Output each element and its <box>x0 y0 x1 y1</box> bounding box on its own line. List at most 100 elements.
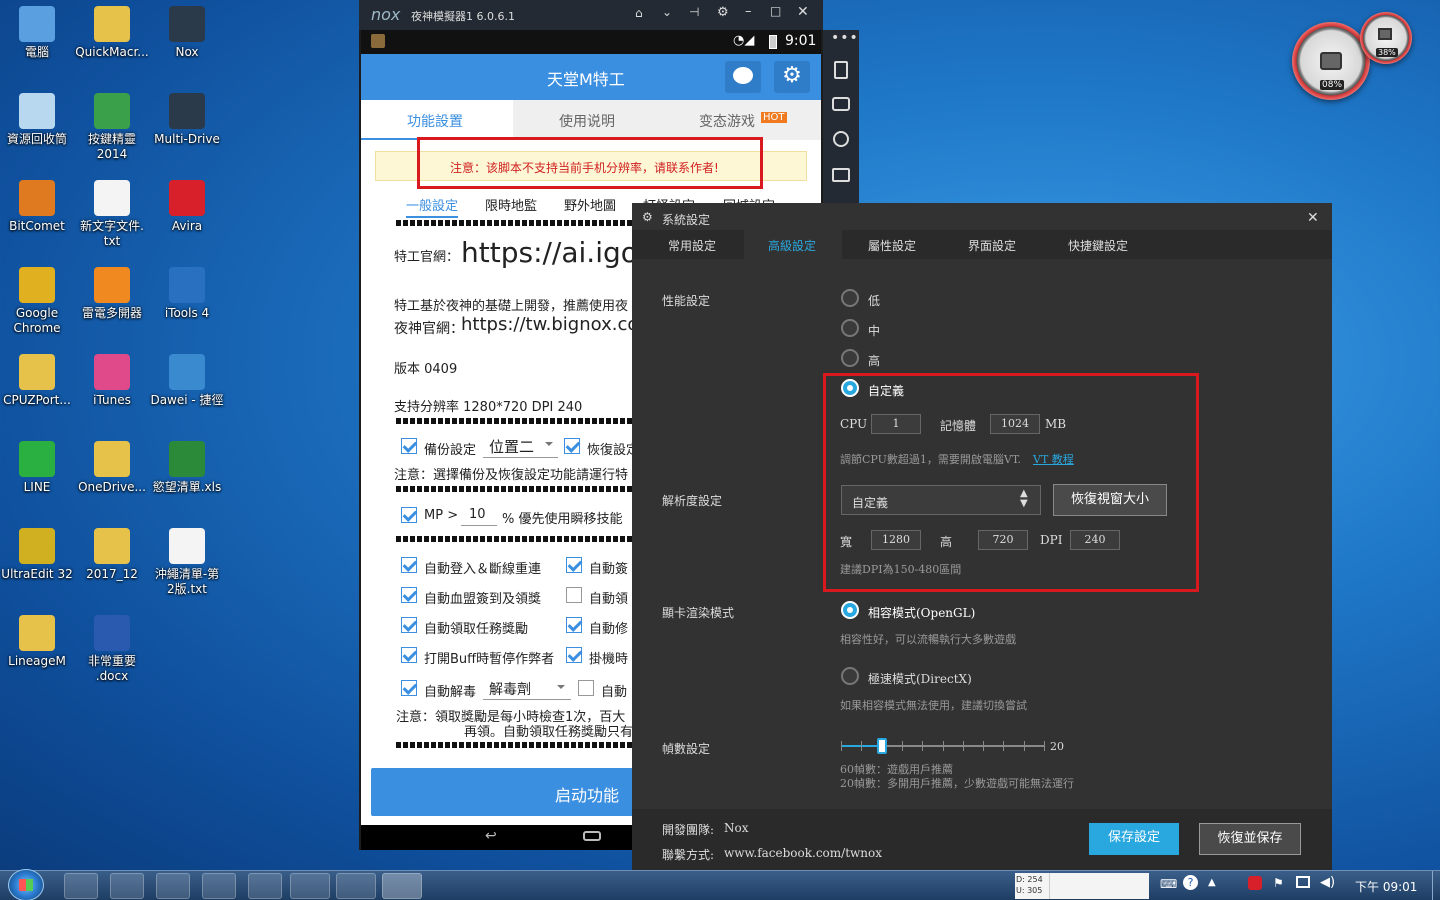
desktop-icon[interactable]: BitComet <box>0 180 74 234</box>
subtab[interactable]: 一般設定 <box>406 195 459 218</box>
desktop-icon[interactable]: 非常重要 .docx <box>75 615 149 684</box>
gear-icon[interactable]: ⚙ <box>717 5 729 20</box>
perf-radio-medium[interactable] <box>841 319 859 337</box>
memory-meter-gadget[interactable]: 38% <box>1360 12 1412 64</box>
desktop-icon[interactable]: Multi-Drive <box>150 93 224 147</box>
taskbar-media-player[interactable] <box>64 873 98 899</box>
perf-radio-high[interactable] <box>841 349 859 367</box>
nox-site-url[interactable]: https://tw.bignox.co <box>461 314 638 335</box>
site-url[interactable]: https://ai.igo <box>461 236 638 269</box>
dialog-tab[interactable]: 常用設定 <box>644 230 742 259</box>
fps-slider-tick <box>1003 741 1004 751</box>
auto-checkbox[interactable] <box>578 680 594 696</box>
option-checkbox[interactable] <box>566 587 582 603</box>
desktop-icon[interactable]: 資源回收筒 <box>0 93 74 147</box>
chevron-down-icon[interactable]: ⌄ <box>662 5 672 19</box>
reset-and-save-button[interactable]: 恢復並保存 <box>1199 823 1301 855</box>
cpu-meter-gadget[interactable]: 08% <box>1292 22 1370 100</box>
backup-checkbox[interactable] <box>401 438 417 454</box>
help-icon[interactable]: ? <box>1183 875 1198 890</box>
detox-select[interactable]: 解毒劑 <box>483 676 571 700</box>
fps-slider[interactable] <box>841 738 1045 754</box>
option-checkbox[interactable] <box>566 557 582 573</box>
home-nav-icon[interactable] <box>583 831 601 841</box>
tab-function-settings[interactable]: 功能設置 <box>361 100 513 140</box>
tab-variant-games[interactable]: 变态游戏 HOT <box>667 100 821 140</box>
desktop-icon[interactable]: 沖繩清單-第 2版.txt <box>150 528 224 597</box>
option-checkbox[interactable] <box>401 617 417 633</box>
taskbar-app[interactable] <box>156 873 190 899</box>
desktop-icon[interactable]: 慾望清單.xls <box>150 441 224 495</box>
subtab[interactable]: 野外地圖 <box>564 195 616 214</box>
restore-checkbox[interactable] <box>564 438 580 454</box>
nox-title-bar[interactable]: nox 夜神模擬器1 6.0.6.1 ⌂ ⌄ ⊣ ⚙ – □ ✕ <box>359 0 823 30</box>
home-icon[interactable]: ⌂ <box>635 6 643 20</box>
desktop-icon[interactable]: iTunes <box>75 354 149 408</box>
rotate-icon[interactable] <box>834 61 848 79</box>
option-checkbox[interactable] <box>566 617 582 633</box>
fps-slider-thumb[interactable] <box>877 738 887 754</box>
desktop-icon[interactable]: 雷電多開器 <box>75 267 149 321</box>
taskbar-multi-instance[interactable] <box>336 873 376 899</box>
option-checkbox[interactable] <box>401 647 417 663</box>
keyboard-icon[interactable]: ⌨ <box>1160 877 1177 891</box>
close-icon[interactable]: ✕ <box>797 4 809 20</box>
volume-icon[interactable]: ◀) <box>1320 875 1335 890</box>
desktop-icon[interactable]: Dawei - 捷徑 <box>150 354 224 408</box>
desktop-icon[interactable]: 按鍵精靈 2014 <box>75 93 149 162</box>
pin-icon[interactable]: ⊣ <box>689 5 699 19</box>
mp-checkbox[interactable] <box>401 507 417 523</box>
location-icon[interactable] <box>833 131 849 147</box>
robot-icon[interactable] <box>832 97 850 111</box>
minimize-icon[interactable]: – <box>745 4 752 19</box>
subtab[interactable]: 限時地監 <box>485 195 537 214</box>
detox-checkbox[interactable] <box>401 680 417 696</box>
taskbar-nox[interactable] <box>382 873 422 899</box>
more-icon[interactable]: ••• <box>831 30 859 46</box>
close-icon[interactable]: ✕ <box>1307 210 1319 226</box>
desktop-icon[interactable]: 新文字文件. txt <box>75 180 149 249</box>
dialog-tab[interactable]: 屬性設定 <box>844 230 942 259</box>
taskbar-app[interactable] <box>248 873 282 899</box>
desktop-icon[interactable]: OneDrive... <box>75 441 149 495</box>
flag-icon[interactable]: ⚑ <box>1273 876 1284 890</box>
avira-tray-icon[interactable] <box>1248 876 1262 890</box>
tab-instructions[interactable]: 使用说明 <box>513 100 667 140</box>
taskbar-chrome[interactable] <box>202 873 236 899</box>
clock[interactable]: 下午 09:01 <box>1355 878 1417 895</box>
dialog-tab[interactable]: 快捷鍵設定 <box>1044 230 1142 259</box>
desktop-icon[interactable]: CPUZPort... <box>0 354 74 408</box>
settings-button[interactable]: ⚙ <box>774 61 810 93</box>
chat-button[interactable] <box>725 61 761 93</box>
dialog-tab[interactable]: 界面設定 <box>944 230 1042 259</box>
taskbar-app[interactable] <box>110 873 144 899</box>
start-button[interactable] <box>8 869 44 900</box>
option-checkbox[interactable] <box>401 587 417 603</box>
perf-radio-low[interactable] <box>841 289 859 307</box>
desktop-icon[interactable]: Avira <box>150 180 224 234</box>
mp-input[interactable]: 10 <box>461 504 497 526</box>
opengl-radio[interactable] <box>841 601 859 619</box>
dialog-tab[interactable]: 高級設定 <box>744 230 842 259</box>
desktop-icon[interactable]: 2017_12 <box>75 528 149 582</box>
directx-radio[interactable] <box>841 667 859 685</box>
taskbar-explorer[interactable] <box>290 873 330 899</box>
desktop-icon[interactable]: UltraEdit 32 <box>0 528 74 582</box>
maximize-icon[interactable]: □ <box>770 4 781 18</box>
show-desktop-button[interactable] <box>1432 871 1440 900</box>
save-settings-button[interactable]: 保存設定 <box>1089 823 1179 855</box>
backup-select[interactable]: 位置二 <box>483 434 558 458</box>
desktop-icon[interactable]: iTools 4 <box>150 267 224 321</box>
desktop-icon[interactable]: QuickMacr... <box>75 6 149 60</box>
desktop-icon[interactable]: LINE <box>0 441 74 495</box>
desktop-icon[interactable]: 電腦 <box>0 6 74 60</box>
tray-arrow-icon[interactable]: ▲ <box>1208 877 1216 888</box>
desktop-icon[interactable]: Nox <box>150 6 224 60</box>
network-icon[interactable] <box>1296 876 1310 888</box>
desktop-icon[interactable]: LineageM <box>0 615 74 669</box>
screen-icon[interactable] <box>832 168 850 182</box>
desktop-icon[interactable]: Google Chrome <box>0 267 74 336</box>
back-icon[interactable]: ↩ <box>485 828 497 844</box>
option-checkbox[interactable] <box>401 557 417 573</box>
option-checkbox[interactable] <box>566 647 582 663</box>
